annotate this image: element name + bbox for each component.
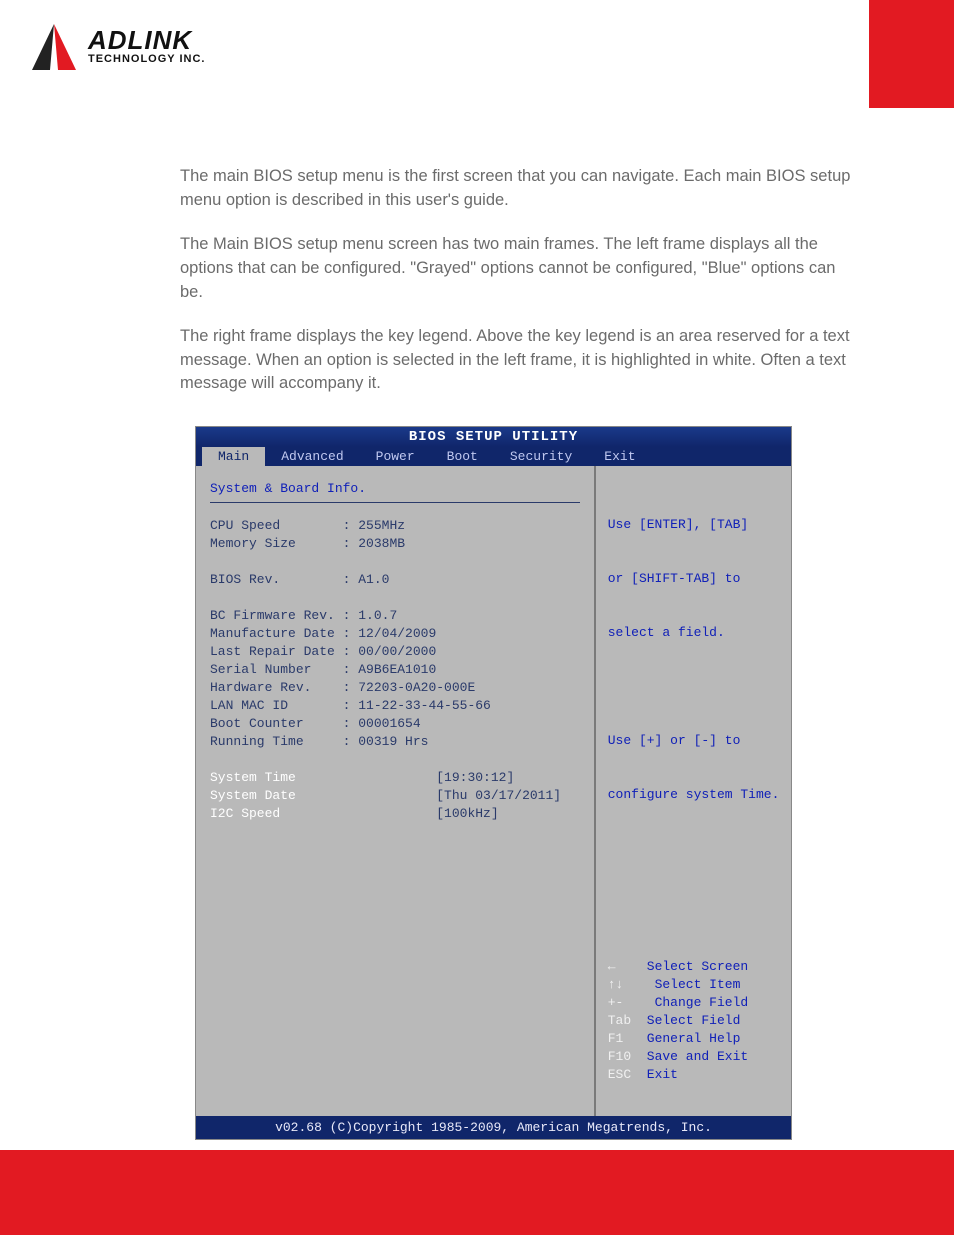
key-legend: ← Select Screen ↑↓ Select Item +- Change… [608, 940, 781, 1102]
blank-row [210, 553, 580, 571]
row-memory-size: Memory Size : 2038MB [210, 535, 580, 553]
bios-tab-main[interactable]: Main [202, 447, 265, 466]
bios-title-bar: BIOS SETUP UTILITY [196, 427, 791, 447]
bios-body: System & Board Info. CPU Speed : 255MHz … [196, 466, 791, 1116]
row-lan-mac-id: LAN MAC ID : 11-22-33-44-55-66 [210, 697, 580, 715]
bios-tab-security[interactable]: Security [494, 447, 588, 466]
header-accent-block [869, 0, 954, 108]
section-divider [210, 502, 580, 503]
row-system-time[interactable]: System Time [19:30:12] [210, 769, 580, 787]
row-last-repair-date: Last Repair Date : 00/00/2000 [210, 643, 580, 661]
bios-tab-advanced[interactable]: Advanced [265, 447, 359, 466]
section-heading: System & Board Info. [210, 480, 580, 498]
logo-mark-icon [30, 22, 78, 72]
paragraph-3: The right frame displays the key legend.… [180, 325, 860, 397]
footer-accent-bar [0, 1150, 954, 1235]
help-text: Use [ENTER], [TAB] or [SHIFT-TAB] to sel… [608, 480, 781, 840]
bios-tab-bar: Main Advanced Power Boot Security Exit [196, 447, 791, 466]
bios-footer: v02.68 (C)Copyright 1985-2009, American … [196, 1116, 791, 1139]
row-hardware-rev: Hardware Rev. : 72203-0A20-000E [210, 679, 580, 697]
page-root: ADLINK TECHNOLOGY INC. The main BIOS set… [0, 0, 954, 1235]
row-boot-counter: Boot Counter : 00001654 [210, 715, 580, 733]
blank-row [210, 751, 580, 769]
logo-subtitle: TECHNOLOGY INC. [88, 53, 205, 66]
content-area: The main BIOS setup menu is the first sc… [180, 165, 860, 1140]
row-cpu-speed: CPU Speed : 255MHz [210, 517, 580, 535]
bios-left-frame: System & Board Info. CPU Speed : 255MHz … [196, 466, 594, 1116]
logo-name: ADLINK [88, 27, 205, 53]
bios-tab-boot[interactable]: Boot [431, 447, 494, 466]
row-running-time: Running Time : 00319 Hrs [210, 733, 580, 751]
paragraph-1: The main BIOS setup menu is the first sc… [180, 165, 860, 213]
bios-screenshot: BIOS SETUP UTILITY Main Advanced Power B… [195, 426, 792, 1140]
adlink-logo: ADLINK TECHNOLOGY INC. [30, 22, 205, 72]
blank-row [210, 589, 580, 607]
row-i2c-speed[interactable]: I2C Speed [100kHz] [210, 805, 580, 823]
bios-right-frame: Use [ENTER], [TAB] or [SHIFT-TAB] to sel… [596, 466, 791, 1116]
paragraph-2: The Main BIOS setup menu screen has two … [180, 233, 860, 305]
row-system-date[interactable]: System Date [Thu 03/17/2011] [210, 787, 580, 805]
row-serial-number: Serial Number : A9B6EA1010 [210, 661, 580, 679]
bios-tab-power[interactable]: Power [360, 447, 431, 466]
bios-tab-exit[interactable]: Exit [588, 447, 651, 466]
row-bc-firmware: BC Firmware Rev. : 1.0.7 [210, 607, 580, 625]
row-manufacture-date: Manufacture Date : 12/04/2009 [210, 625, 580, 643]
row-bios-rev: BIOS Rev. : A1.0 [210, 571, 580, 589]
